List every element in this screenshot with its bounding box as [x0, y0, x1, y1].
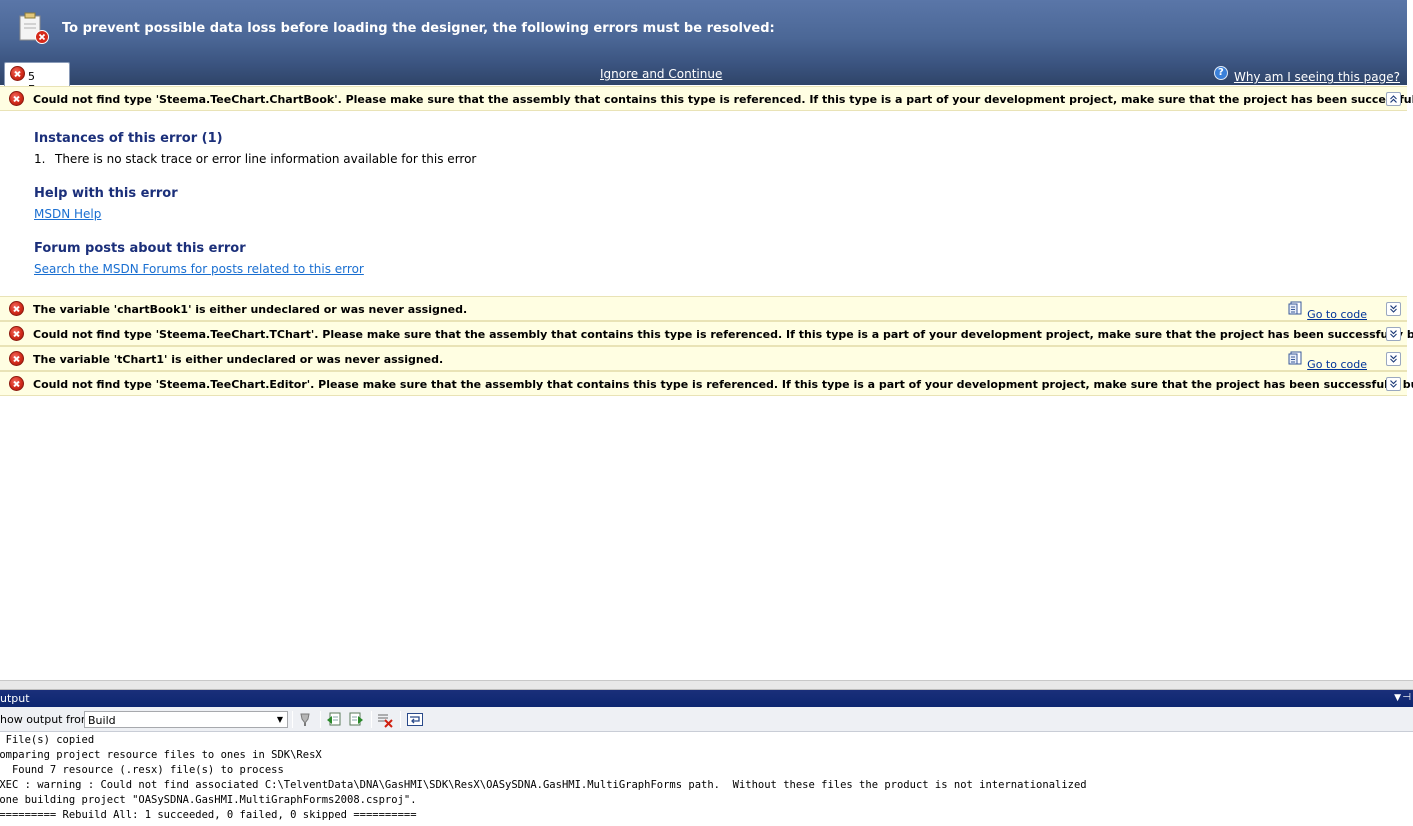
output-text-area[interactable]: 2 File(s) copied Comparing project resour… [0, 733, 1413, 826]
output-toolbar: how output from: Build ▼ [0, 707, 1413, 732]
toolbar-separator [371, 711, 372, 728]
error-banner: To prevent possible data loss before loa… [0, 0, 1407, 96]
toolbar-separator [400, 711, 401, 728]
error-details-panel: Instances of this error (1) 1. There is n… [0, 111, 1407, 296]
toolbar-separator [292, 711, 293, 728]
why-seeing-page-link[interactable]: ? Why am I seeing this page? [1213, 66, 1400, 84]
designer-error-page: To prevent possible data loss before loa… [0, 0, 1413, 680]
help-heading: Help with this error [34, 186, 178, 201]
chevron-down-icon: ▼ [276, 715, 284, 724]
toolbar-separator [320, 711, 321, 728]
output-line: Comparing project resource files to ones… [0, 749, 322, 761]
error-message: Could not find type 'Steema.TeeChart.Edi… [33, 378, 1413, 391]
go-to-code-link[interactable]: Go to code [1288, 351, 1367, 371]
error-icon [9, 301, 24, 316]
error-icon [9, 351, 24, 366]
word-wrap-icon[interactable] [406, 711, 424, 728]
expand-chevron-icon[interactable] [1386, 352, 1401, 366]
instance-number: 1. [34, 152, 46, 166]
code-file-icon [1288, 351, 1302, 365]
error-row[interactable]: Could not find type 'Steema.TeeChart.Cha… [0, 86, 1413, 111]
error-icon [9, 326, 24, 341]
error-message: Could not find type 'Steema.TeeChart.TCh… [33, 328, 1413, 341]
why-seeing-page-label: Why am I seeing this page? [1233, 70, 1400, 84]
dropdown-arrow-icon[interactable]: ▼ [1394, 693, 1401, 703]
msdn-help-link[interactable]: MSDN Help [34, 207, 101, 221]
instance-text: There is no stack trace or error line in… [55, 152, 477, 166]
output-line: EXEC : warning : Could not find associat… [0, 779, 1087, 791]
forum-heading: Forum posts about this error [34, 241, 246, 256]
output-line: Found 7 resource (.resx) file(s) to proc… [0, 764, 284, 776]
instance-list-item: 1. There is no stack trace or error line … [34, 152, 476, 166]
clipboard-error-icon [19, 12, 49, 44]
error-icon [9, 91, 24, 106]
expand-chevron-icon[interactable] [1386, 377, 1401, 391]
go-to-code-label: Go to code [1307, 358, 1367, 371]
error-message: The variable 'chartBook1' is either unde… [33, 303, 468, 316]
expand-chevron-icon[interactable] [1386, 302, 1401, 316]
go-to-code-link[interactable]: Go to code [1288, 301, 1367, 321]
errors-tab[interactable]: 5 Errors [4, 62, 70, 96]
ignore-and-continue-link[interactable]: Ignore and Continue [600, 67, 722, 81]
visual-studio-window: To prevent possible data loss before loa… [0, 0, 1413, 826]
go-to-previous-message-icon[interactable] [325, 711, 343, 728]
error-row[interactable]: The variable 'tChart1' is either undecla… [0, 346, 1407, 371]
collapse-chevron-icon[interactable] [1386, 92, 1401, 106]
show-output-from-label: how output from: [0, 713, 96, 726]
error-row[interactable]: Could not find type 'Steema.TeeChart.Edi… [0, 371, 1413, 396]
error-icon [9, 376, 24, 391]
expand-chevron-icon[interactable] [1386, 327, 1401, 341]
output-line: Done building project "OASySDNA.GasHMI.M… [0, 794, 417, 806]
error-icon [10, 66, 25, 81]
help-icon: ? [1213, 66, 1228, 80]
go-to-next-message-icon[interactable] [347, 711, 365, 728]
find-message-icon[interactable] [296, 711, 314, 728]
output-line: 2 File(s) copied [0, 734, 95, 746]
pin-icon[interactable]: ⊣ [1402, 692, 1411, 703]
error-row[interactable]: Could not find type 'Steema.TeeChart.TCh… [0, 321, 1413, 346]
clear-all-icon[interactable] [376, 711, 394, 728]
banner-message: To prevent possible data loss before loa… [62, 21, 775, 36]
code-file-icon [1288, 301, 1302, 315]
output-line: ========== Rebuild All: 1 succeeded, 0 f… [0, 809, 417, 821]
go-to-code-label: Go to code [1307, 308, 1367, 321]
output-panel-title: utput [0, 692, 30, 705]
error-message: Could not find type 'Steema.TeeChart.Cha… [33, 93, 1413, 106]
output-panel-titlebar: utput ▼ ⊣ [0, 690, 1413, 707]
output-source-value: Build [88, 714, 116, 727]
output-source-select[interactable]: Build ▼ [84, 711, 288, 728]
instances-heading: Instances of this error (1) [34, 131, 223, 146]
error-row[interactable]: The variable 'chartBook1' is either unde… [0, 296, 1407, 321]
error-message: The variable 'tChart1' is either undecla… [33, 353, 444, 366]
panel-splitter[interactable] [0, 680, 1413, 690]
msdn-forums-search-link[interactable]: Search the MSDN Forums for posts related… [34, 262, 364, 276]
